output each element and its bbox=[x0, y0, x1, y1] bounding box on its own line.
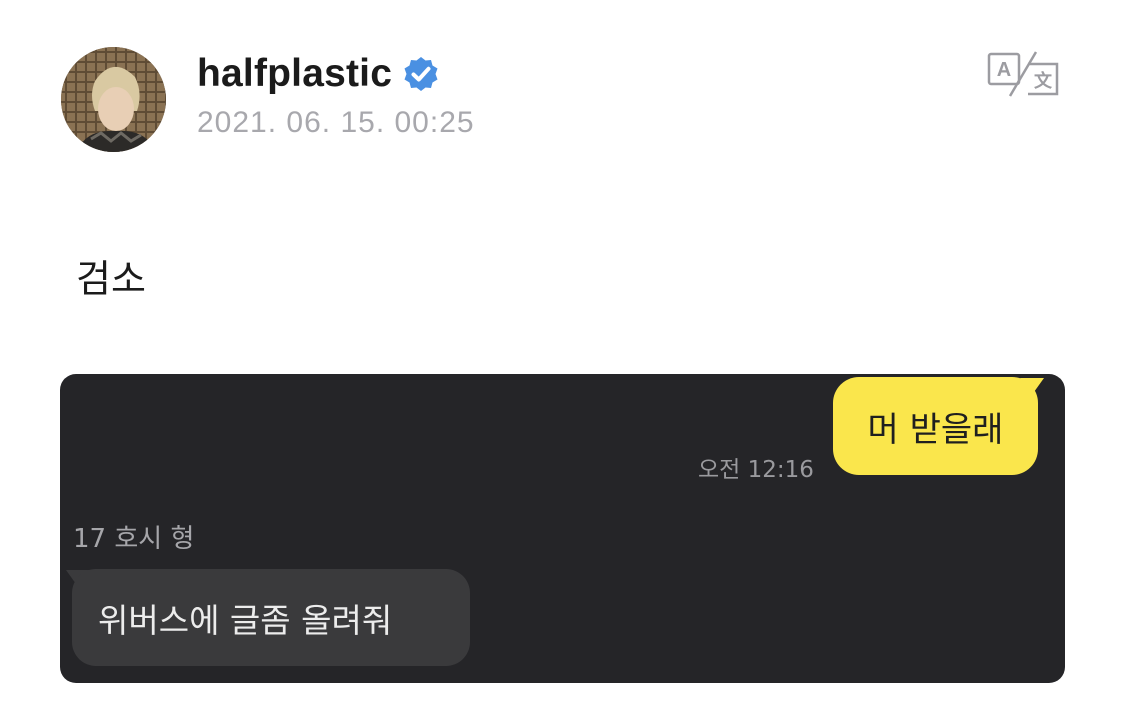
post-timestamp: 2021. 06. 15. 00:25 bbox=[197, 106, 475, 139]
outgoing-message-bubble: 머 받을래 bbox=[833, 377, 1038, 475]
incoming-sender-name: 17 호시 형 bbox=[73, 524, 195, 554]
svg-text:文: 文 bbox=[1034, 70, 1053, 92]
attached-chat-image[interactable]: 머 받을래 오전 12:16 17 호시 형 위버스에 글좀 올려줘 bbox=[60, 374, 1065, 683]
translate-icon: A 文 bbox=[987, 51, 1059, 97]
post-body-text: 검소 bbox=[76, 257, 146, 301]
profile-avatar[interactable] bbox=[61, 47, 166, 152]
author-name-row[interactable]: halfplastic bbox=[197, 50, 440, 98]
svg-text:A: A bbox=[997, 59, 1011, 81]
incoming-message-bubble: 위버스에 글좀 올려줘 bbox=[72, 569, 470, 666]
author-name[interactable]: halfplastic bbox=[197, 52, 392, 96]
outgoing-message-time: 오전 12:16 bbox=[698, 457, 814, 483]
translate-button[interactable]: A 文 bbox=[986, 48, 1062, 100]
verified-badge-icon bbox=[402, 55, 440, 93]
